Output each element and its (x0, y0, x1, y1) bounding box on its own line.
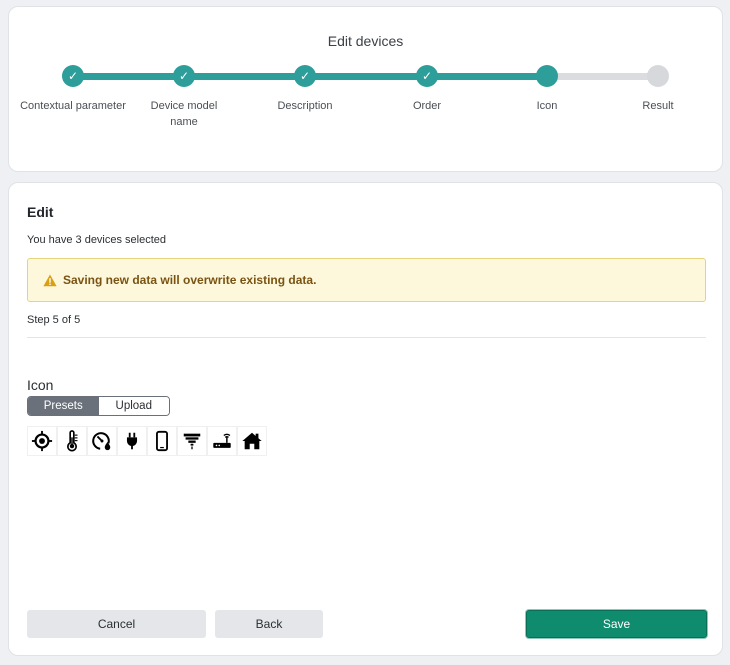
smartphone-icon[interactable] (147, 426, 177, 456)
cancel-button[interactable]: Cancel (27, 610, 206, 638)
tab-presets[interactable]: Presets (28, 397, 99, 415)
step-label: Order (412, 100, 442, 112)
edit-heading: Edit (27, 204, 54, 220)
stepper-remaining-track (548, 73, 659, 80)
tab-upload[interactable]: Upload (98, 397, 169, 415)
warning-icon (43, 274, 57, 287)
save-button[interactable]: Save (526, 610, 707, 638)
crosshair-icon[interactable] (27, 426, 57, 456)
edit-card: Edit You have 3 devices selected Saving … (8, 182, 723, 656)
back-button[interactable]: Back (215, 610, 323, 638)
check-icon: ✓ (416, 65, 438, 87)
icon-field-label: Icon (27, 377, 54, 393)
preset-icon-list (27, 426, 267, 456)
stepper-card: Edit devices ✓ Contextual parameter ✓ De… (8, 6, 723, 172)
plug-icon[interactable] (117, 426, 147, 456)
check-icon: ✓ (294, 65, 316, 87)
check-icon: ✓ (62, 65, 84, 87)
step-label: Result (642, 100, 674, 112)
selection-count-text: You have 3 devices selected (27, 234, 167, 246)
current-step-dot (536, 65, 558, 87)
step-label: Icon (536, 100, 558, 112)
warning-text: Saving new data will overwrite existing … (63, 273, 317, 287)
router-icon[interactable] (207, 426, 237, 456)
step-label: Contextual parameter (20, 100, 126, 112)
check-icon: ✓ (173, 65, 195, 87)
home-icon[interactable] (237, 426, 267, 456)
overwrite-warning: Saving new data will overwrite existing … (27, 258, 706, 302)
pending-step-dot (647, 65, 669, 87)
icon-source-toggle: Presets Upload (27, 396, 170, 416)
gauge-drop-icon[interactable] (87, 426, 117, 456)
divider (27, 337, 706, 338)
step-label: Device model name (150, 100, 218, 128)
thermometer-icon[interactable] (57, 426, 87, 456)
stepper-title: Edit devices (327, 33, 404, 49)
step-count-text: Step 5 of 5 (27, 314, 81, 326)
ceiling-lamp-icon[interactable] (177, 426, 207, 456)
step-label: Description (277, 100, 333, 112)
